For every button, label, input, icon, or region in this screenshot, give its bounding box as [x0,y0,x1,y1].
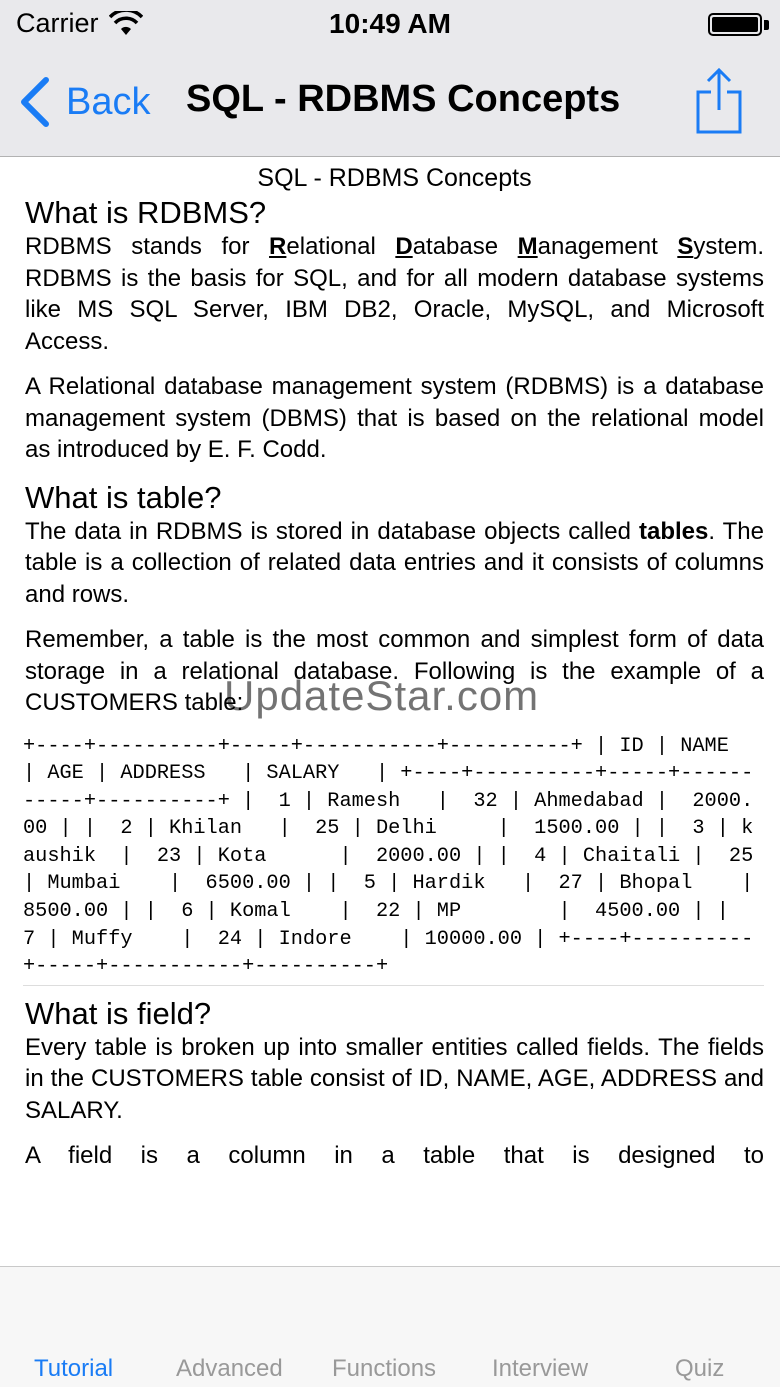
table-bold-term: tables [638,517,709,545]
status-bar: Carrier 10:49 AM [0,0,780,50]
paragraph-table-example: Remember, a table is the most common and… [25,626,764,716]
clock: 10:49 AM [329,8,451,39]
article-content[interactable]: SQL - RDBMS Concepts What is RDBMS? RDBM… [0,158,780,1266]
share-icon[interactable] [694,66,744,136]
heading-what-is-rdbms: What is RDBMS? [25,195,267,230]
rdbms-text-m: anagement [537,233,678,260]
back-button[interactable]: Back [18,76,150,128]
back-label: Back [66,80,151,123]
rdbms-text-r: elational [286,233,396,260]
page-title: SQL - RDBMS Concepts [186,78,621,120]
chevron-left-icon [21,77,49,127]
rdbms-lead-text: RDBMS stands for [25,233,270,260]
heading-what-is-field: What is field? [25,995,212,1031]
tab-functions[interactable]: Functions [332,1355,436,1383]
paragraph-table-definition: The data in RDBMS is stored in database … [25,516,764,611]
tab-interview[interactable]: Interview [492,1355,588,1383]
tab-tutorial[interactable]: Tutorial [34,1355,113,1383]
paragraph-rdbms-codd: A Relational database management system … [25,373,764,463]
document-title: SQL - RDBMS Concepts [257,164,532,192]
acronym-letter-m: M [517,233,538,260]
paragraph-field-definition: Every table is broken up into smaller en… [25,1033,764,1124]
heading-what-is-table: What is table? [25,479,222,515]
navigation-bar: Back SQL - RDBMS Concepts [0,50,780,157]
table-text-before: The data in RDBMS is stored in database … [25,517,639,545]
battery-icon [708,13,762,36]
acronym-letter-r: R [269,233,287,260]
battery-nub [764,20,769,30]
paragraph-field-column: A field is a column in a table that is d… [25,1142,764,1170]
acronym-letter-s: S [677,233,694,260]
customers-table-code: +----+----------+-----+-----------+-----… [23,733,764,986]
paragraph-rdbms-definition: RDBMS stands for Relational Database Man… [25,231,764,357]
acronym-letter-d: D [395,233,413,260]
tab-quiz[interactable]: Quiz [675,1355,724,1383]
tab-bar: Tutorial Advanced Functions Interview Qu… [0,1266,780,1387]
rdbms-text-d: atabase [412,233,518,260]
tab-advanced[interactable]: Advanced [176,1355,283,1383]
